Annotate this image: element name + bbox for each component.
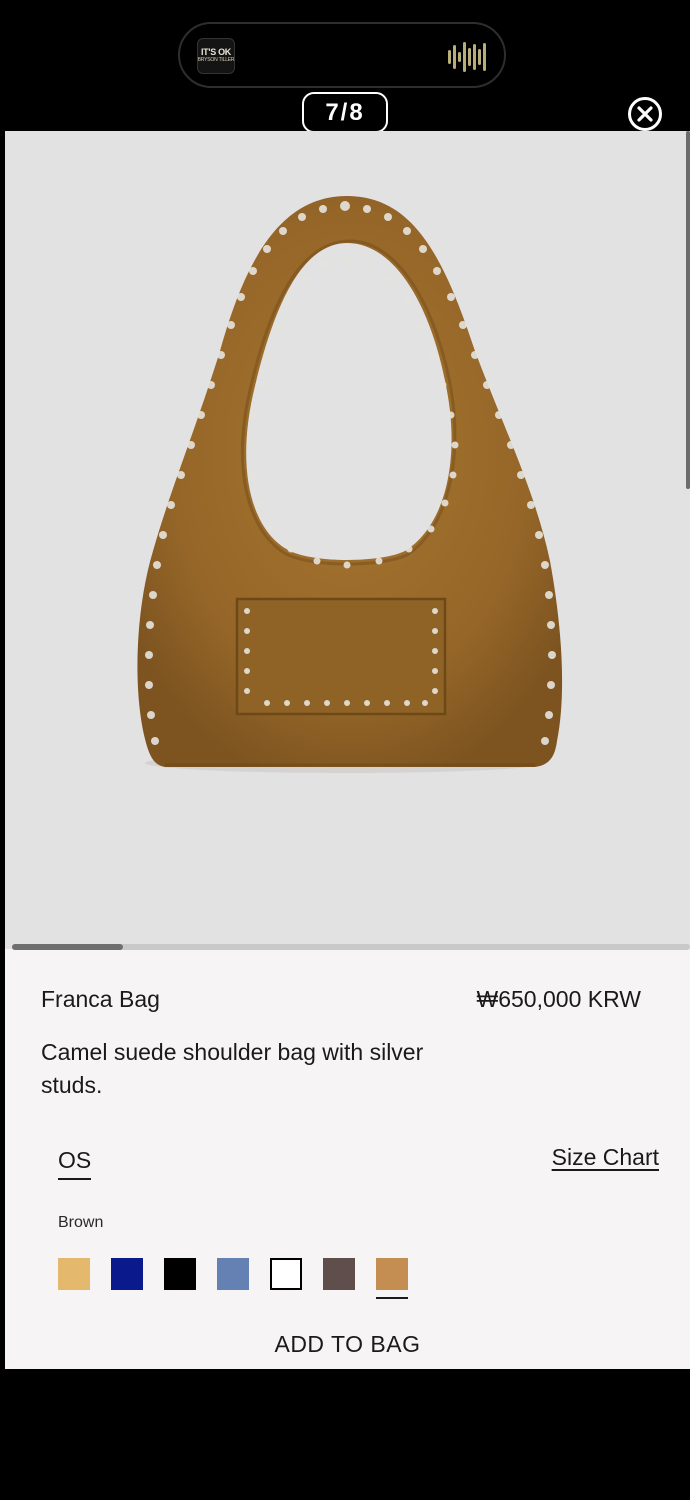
album-art-artist: BRYSON TILLER bbox=[197, 57, 235, 63]
swatch-blue-grey[interactable] bbox=[217, 1258, 249, 1290]
dynamic-island[interactable]: IT'S OK BRYSON TILLER bbox=[178, 22, 506, 88]
size-option-os[interactable]: OS bbox=[58, 1147, 92, 1180]
size-chart-link[interactable]: Size Chart bbox=[552, 1144, 659, 1171]
swatch-white[interactable] bbox=[270, 1258, 302, 1290]
waveform-icon bbox=[448, 42, 486, 72]
swatch-navy[interactable] bbox=[111, 1258, 143, 1290]
page-scrollbar[interactable] bbox=[686, 131, 690, 489]
swatch-tan[interactable] bbox=[58, 1258, 90, 1290]
image-scrollbar-thumb[interactable] bbox=[12, 944, 123, 950]
product-price: ₩650,000 KRW bbox=[476, 986, 641, 1012]
gallery-page-counter: 7/8 bbox=[302, 92, 388, 133]
selected-color-label: Brown bbox=[58, 1214, 104, 1231]
swatch-dark-brown[interactable] bbox=[323, 1258, 355, 1290]
add-to-bag-button[interactable]: ADD TO BAG bbox=[5, 1331, 690, 1358]
album-art-title: IT'S OK bbox=[200, 47, 232, 57]
close-icon[interactable] bbox=[627, 96, 663, 132]
album-art[interactable]: IT'S OK BRYSON TILLER bbox=[197, 38, 235, 74]
swatch-black[interactable] bbox=[164, 1258, 196, 1290]
image-scrollbar-track[interactable] bbox=[12, 944, 690, 950]
product-name: Franca Bag bbox=[41, 986, 160, 1012]
product-image[interactable] bbox=[5, 131, 690, 949]
swatch-brown[interactable] bbox=[376, 1258, 408, 1299]
bag-image bbox=[137, 196, 563, 773]
product-sheet: Franca Bag ₩650,000 KRW Camel suede shou… bbox=[5, 131, 690, 1369]
product-description: Camel suede shoulder bag with silver stu… bbox=[41, 1039, 424, 1098]
